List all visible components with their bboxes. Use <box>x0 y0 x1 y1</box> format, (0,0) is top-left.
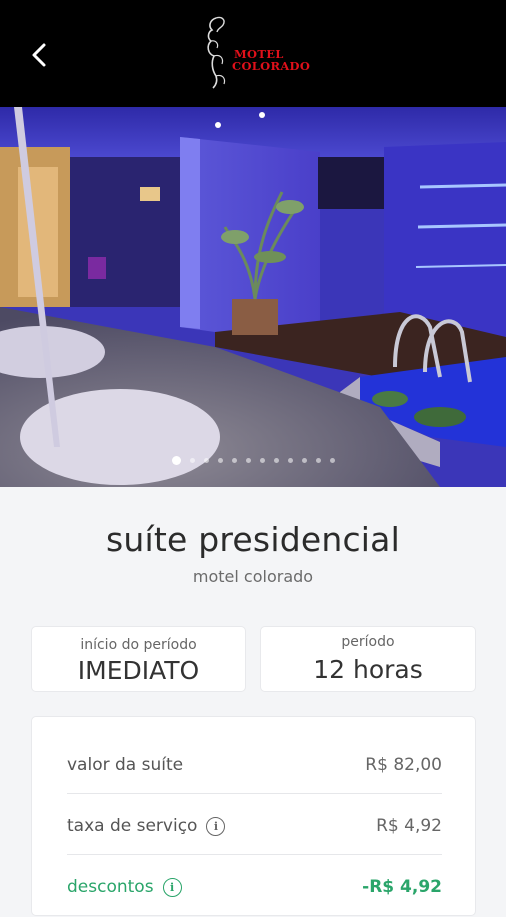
info-icon[interactable]: i <box>206 816 226 836</box>
carousel-dot[interactable] <box>217 458 223 463</box>
back-arrow-icon <box>32 43 46 67</box>
service-fee-row: taxa de serviço i R$ 4,92 <box>67 796 442 856</box>
suite-price-row: valor da suíte R$ 82,00 <box>67 735 442 795</box>
discount-value: -R$ 4,92 <box>362 877 442 897</box>
period-start-value: IMEDIATO <box>77 656 200 685</box>
service-fee-label: taxa de serviço <box>67 816 198 836</box>
suite-photo <box>0 107 506 487</box>
suite-price-label: valor da suíte <box>67 755 184 775</box>
motel-logo: MOTEL COLORADO <box>202 14 310 90</box>
service-fee-label-group: taxa de serviço i <box>67 816 226 836</box>
period-start-card: início do período IMEDIATO <box>31 626 246 692</box>
suite-price-value: R$ 82,00 <box>365 755 442 775</box>
suite-photo-carousel[interactable] <box>0 107 506 487</box>
carousel-dot[interactable] <box>189 458 195 463</box>
carousel-dot[interactable] <box>259 458 265 463</box>
divider <box>67 854 442 855</box>
divider <box>67 793 442 794</box>
period-value: 12 horas <box>313 655 423 684</box>
logo-text: MOTEL COLORADO <box>232 48 310 72</box>
discount-label: descontos <box>67 877 154 897</box>
period-label: período <box>341 634 395 650</box>
price-summary: valor da suíte R$ 82,00 taxa de serviço … <box>31 716 476 916</box>
carousel-dot[interactable] <box>301 458 307 463</box>
info-icon[interactable]: i <box>162 877 182 897</box>
carousel-dot[interactable] <box>315 458 321 463</box>
carousel-dot[interactable] <box>329 458 335 463</box>
carousel-dots <box>0 456 506 465</box>
service-fee-value: R$ 4,92 <box>376 816 442 836</box>
discount-label-group: descontos i <box>67 877 182 897</box>
discount-row: descontos i -R$ 4,92 <box>67 857 442 917</box>
motel-name: motel colorado <box>192 567 314 586</box>
carousel-dot[interactable] <box>273 458 279 463</box>
back-button[interactable] <box>22 38 56 72</box>
logo-line-2: COLORADO <box>232 59 311 73</box>
suite-title: suíte presidencial <box>106 520 400 559</box>
carousel-dot[interactable] <box>231 458 237 463</box>
carousel-dot[interactable] <box>245 458 251 463</box>
period-card[interactable]: período 12 horas <box>260 626 476 692</box>
period-start-label: início do período <box>80 637 197 653</box>
header-bar: MOTEL COLORADO <box>0 0 506 107</box>
carousel-dot[interactable] <box>171 456 181 465</box>
carousel-dot[interactable] <box>287 458 293 463</box>
carousel-dot[interactable] <box>203 458 209 463</box>
